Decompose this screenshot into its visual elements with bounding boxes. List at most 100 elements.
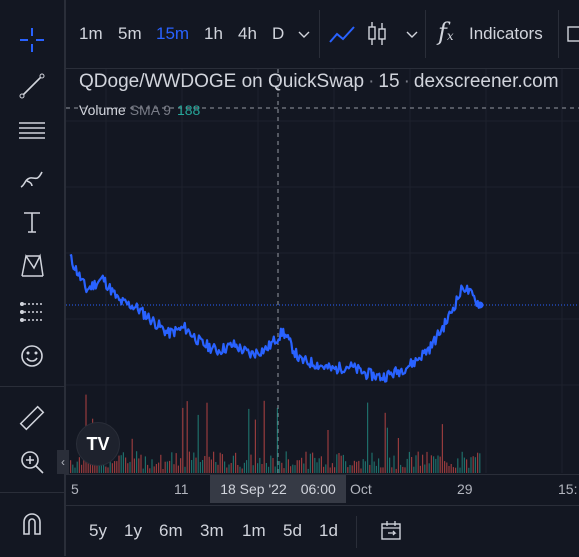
volume-bar — [78, 457, 80, 473]
volume-bar — [149, 468, 151, 473]
volume-bar — [470, 457, 472, 473]
toolbar-divider — [558, 10, 559, 58]
timeframe-1h[interactable]: 1h — [204, 24, 223, 44]
trendline-icon — [19, 73, 45, 99]
volume-bar — [246, 460, 248, 473]
crosshair-tool[interactable] — [14, 22, 50, 58]
prediction-tool[interactable] — [14, 294, 50, 330]
volume-bar — [129, 461, 131, 473]
volume-bar — [290, 466, 292, 473]
volume-bar — [241, 468, 243, 473]
volume-bar — [364, 461, 366, 473]
volume-bar — [408, 451, 410, 473]
volume-bar — [202, 460, 204, 473]
volume-bar — [307, 468, 309, 473]
pattern-tool[interactable] — [14, 248, 50, 284]
collapse-toolbar-button[interactable]: ‹ — [57, 450, 69, 474]
volume-bar — [72, 464, 74, 473]
volume-bar — [116, 461, 118, 473]
volume-bar — [274, 466, 276, 473]
volume-bar — [400, 464, 402, 473]
volume-bar — [404, 467, 406, 473]
volume-bar — [386, 427, 388, 473]
volume-bar — [180, 458, 182, 473]
fib-tool[interactable] — [14, 112, 50, 148]
volume-bar — [312, 452, 314, 473]
volume-bar — [430, 455, 432, 473]
range-bar: 5y 1y 6m 3m 1m 5d 1d — [66, 505, 579, 557]
volume-bar — [158, 462, 160, 473]
volume-bar — [353, 460, 355, 473]
volume-bar — [287, 459, 289, 473]
volume-bar — [76, 461, 78, 473]
volume-bar — [270, 455, 272, 473]
brush-tool[interactable] — [14, 160, 50, 196]
volume-bar — [437, 455, 439, 473]
volume-bar — [138, 458, 140, 473]
volume-bar — [397, 438, 399, 473]
emoji-tool[interactable] — [14, 338, 50, 374]
volume-bar — [373, 461, 375, 473]
volume-bar — [444, 461, 446, 473]
volume-bar — [316, 462, 318, 473]
timeframe-1m[interactable]: 1m — [79, 24, 103, 44]
volume-bar — [389, 457, 391, 473]
volume-bar — [417, 451, 419, 473]
volume-bar — [419, 465, 421, 473]
chart-canvas[interactable] — [66, 69, 579, 473]
line-chart-icon[interactable] — [328, 22, 356, 46]
time-axis[interactable]: 5 11 Oct 29 15: 18 Sep '22 06:00 — [66, 474, 579, 505]
crosshair-icon — [20, 28, 44, 52]
ruler-tool[interactable] — [14, 400, 50, 436]
volume-bar — [257, 463, 259, 473]
layout-icon[interactable] — [566, 24, 579, 44]
candles-icon[interactable] — [366, 20, 388, 48]
timeframe-5m[interactable]: 5m — [118, 24, 142, 44]
volume-bar — [70, 460, 72, 473]
tradingview-logo[interactable]: TV — [76, 422, 120, 466]
range-5y[interactable]: 5y — [89, 521, 107, 541]
volume-bar — [131, 438, 133, 473]
volume-bar — [298, 460, 300, 473]
goto-date-icon[interactable] — [379, 519, 403, 543]
chevron-down-icon[interactable] — [406, 30, 418, 40]
range-1d[interactable]: 1d — [319, 521, 338, 541]
volume-bar — [237, 465, 239, 473]
timeframe-4h[interactable]: 4h — [238, 24, 257, 44]
volume-bar — [435, 458, 437, 473]
volume-bar — [153, 466, 155, 473]
volume-bar — [296, 460, 298, 473]
hover-date: 18 Sep '22 — [220, 481, 287, 497]
text-tool[interactable] — [14, 204, 50, 240]
range-3m[interactable]: 3m — [200, 521, 224, 541]
volume-bar — [230, 463, 232, 473]
trendline-tool[interactable] — [14, 68, 50, 104]
indicators-button[interactable]: Indicators — [469, 24, 543, 44]
interval-label: 15 — [378, 71, 400, 92]
toolbar-divider — [0, 492, 64, 493]
range-6m[interactable]: 6m — [159, 521, 183, 541]
toolbar-divider — [425, 10, 426, 58]
timeframe-15m[interactable]: 15m — [156, 24, 189, 44]
volume-bar — [263, 400, 265, 473]
chevron-left-icon: ‹ — [61, 455, 65, 469]
pair-name: QDoge/WWDOGE on QuickSwap — [79, 71, 365, 92]
volume-label: Volume — [79, 102, 126, 118]
magnet-icon — [23, 513, 41, 535]
zoom-tool[interactable] — [14, 444, 50, 480]
magnet-tool[interactable] — [14, 505, 50, 541]
volume-bar — [382, 467, 384, 473]
volume-bar — [463, 457, 465, 473]
volume-bar — [191, 460, 193, 473]
range-1y[interactable]: 1y — [124, 521, 142, 541]
volume-bar — [329, 467, 331, 473]
chevron-down-icon[interactable] — [298, 30, 310, 40]
volume-bar — [111, 463, 113, 473]
range-1m[interactable]: 1m — [242, 521, 266, 541]
fx-icon[interactable]: fx — [438, 18, 454, 46]
volume-bar — [325, 464, 327, 473]
timeframe-d[interactable]: D — [272, 24, 284, 44]
range-5d[interactable]: 5d — [283, 521, 302, 541]
volume-bar — [125, 457, 127, 473]
chart-pane[interactable]: QDoge/WWDOGE on QuickSwap · 15 · dexscreener… — [66, 69, 579, 473]
